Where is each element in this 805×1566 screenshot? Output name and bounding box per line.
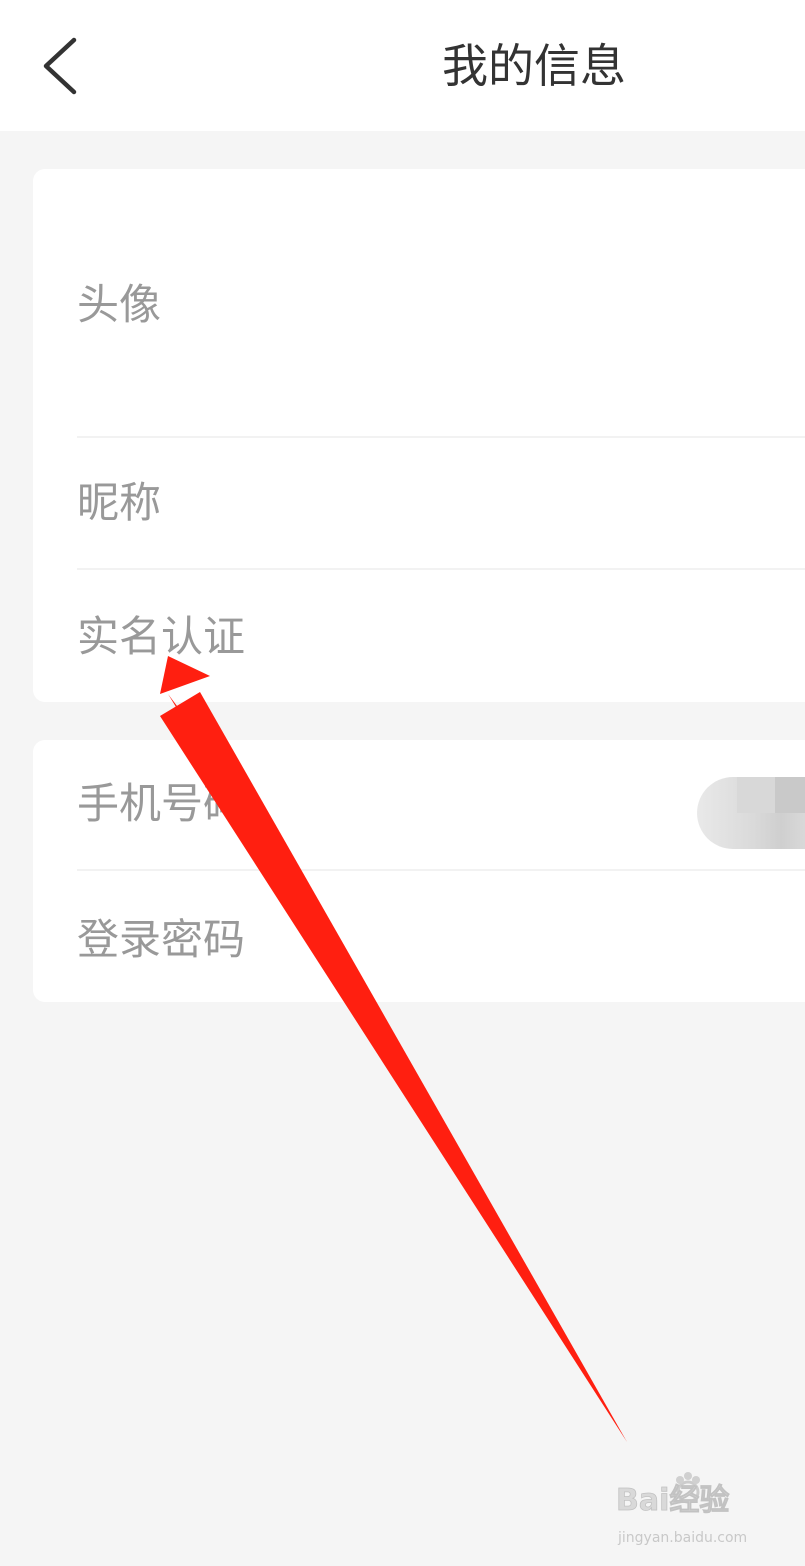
account-card: 手机号码 登录密码 [33, 740, 805, 1002]
login-password-label: 登录密码 [77, 915, 246, 964]
real-name-verification-label: 实名认证 [77, 612, 246, 661]
chevron-left-icon [43, 37, 77, 95]
top-bar: 我的信息 [0, 0, 805, 131]
avatar-row[interactable]: 头像 [33, 169, 805, 437]
profile-card: 头像 昵称 实名认证 [33, 169, 805, 702]
svg-text:jingyan.baidu.com: jingyan.baidu.com [617, 1530, 747, 1546]
page-title: 我的信息 [442, 39, 626, 93]
watermark-logo: Bai经验 jingyan.baidu.com [612, 1470, 782, 1554]
real-name-verification-row[interactable]: 实名认证 [33, 569, 805, 702]
svg-text:Bai经验: Bai经验 [616, 1483, 729, 1518]
nickname-row[interactable]: 昵称 [33, 437, 805, 569]
phone-number-row[interactable]: 手机号码 [33, 740, 805, 870]
back-button[interactable] [30, 30, 90, 102]
login-password-row[interactable]: 登录密码 [33, 870, 805, 1002]
avatar-label: 头像 [77, 280, 162, 329]
nickname-label: 昵称 [77, 478, 162, 527]
phone-number-masked-value [697, 777, 805, 849]
phone-number-label: 手机号码 [77, 779, 246, 828]
